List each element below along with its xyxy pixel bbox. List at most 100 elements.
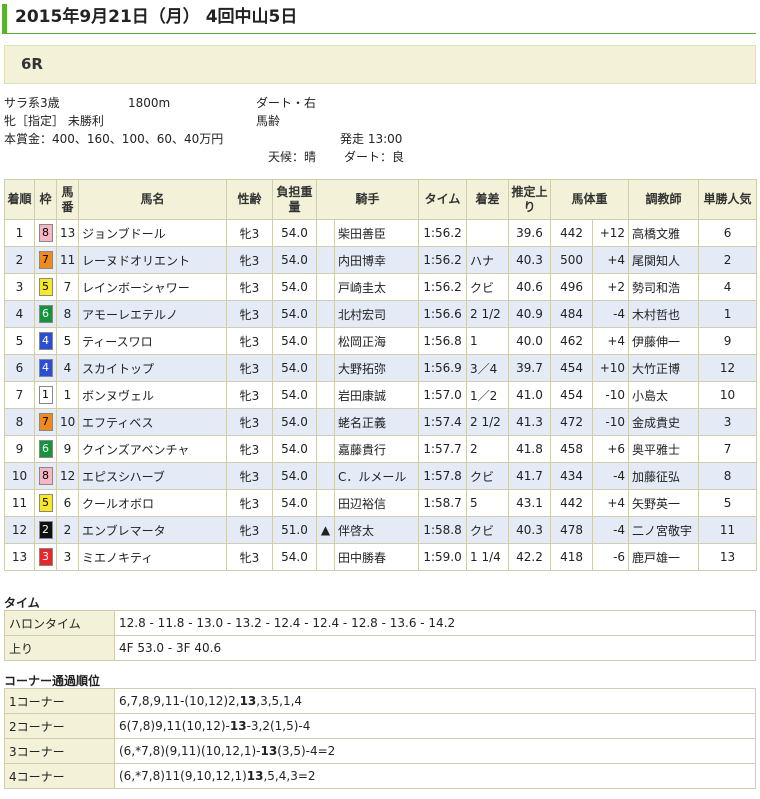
cell-apprentice-mark: [316, 462, 335, 490]
cell-trainer: 矢野英一: [628, 489, 700, 517]
cell-trainer: 木村哲也: [628, 300, 700, 328]
cell-margin: クビ: [466, 462, 510, 490]
race-class: サラ系3歳: [4, 96, 60, 110]
cell-margin: ハナ: [466, 246, 510, 274]
waku-badge: 6: [38, 440, 53, 458]
cell-horse-name: クールオボロ: [78, 489, 227, 517]
cell-body-weight: 418: [550, 543, 594, 571]
corner-section-title: コーナー通過順位: [4, 674, 101, 688]
cell-horse-name: ジョンブドール: [78, 219, 227, 247]
corner-row-value: 6(7,8)9,11(10,12)-13-3,2(1,5)-4: [114, 713, 756, 739]
cell-popularity: 4: [698, 273, 758, 301]
cell-apprentice-mark: ▲: [316, 516, 335, 544]
cell-time: 1:56.8: [418, 327, 468, 355]
header-trainer: 調教師: [628, 179, 700, 220]
cell-apprentice-mark: [316, 543, 335, 571]
cell-time: 1:56.2: [418, 273, 468, 301]
race-prize: 本賞金：400、160、100、60、40万円: [4, 132, 224, 146]
cell-number: 13: [56, 219, 79, 247]
cell-position: 12: [4, 516, 35, 544]
cell-horse-name: エフティベス: [78, 408, 227, 436]
waku-badge: 1: [38, 386, 53, 404]
cell-position: 5: [4, 327, 35, 355]
cell-position: 7: [4, 381, 35, 409]
waku-badge: 8: [38, 224, 53, 242]
cell-weight: 51.0: [272, 516, 317, 544]
time-section-title: タイム: [4, 596, 40, 610]
cell-popularity: 3: [698, 408, 758, 436]
cell-time: 1:57.8: [418, 462, 468, 490]
cell-apprentice-mark: [316, 246, 335, 274]
table-row: 6 4 4 スカイトップ 牝3 54.0 大野拓弥 1:56.9 3／4 39.7 454 +10 大竹…: [4, 354, 758, 382]
cell-popularity: 10: [698, 381, 758, 409]
corner-table: 1コーナー 6,7,8,9,11-(10,12)2,13,3,5,1,4 2コーナー…: [4, 688, 756, 789]
race-start-time: 発走 13:00: [340, 132, 403, 146]
cell-trainer: 加藤征弘: [628, 462, 700, 490]
cell-horse-name: レインボーシャワー: [78, 273, 227, 301]
cell-apprentice-mark: [316, 435, 335, 463]
header-horse-name: 馬名: [78, 179, 227, 220]
cell-number: 6: [56, 489, 79, 517]
cell-margin: 5: [466, 489, 510, 517]
cell-sex-age: 牝3: [226, 327, 273, 355]
corner-order-winner: 13: [260, 744, 278, 758]
table-row: 5 4 5 ティースワロ 牝3 54.0 松岡正海 1:56.8 1 40.0 462 +4 伊藤伸一 9: [4, 327, 758, 355]
cell-body-weight: 454: [550, 354, 594, 382]
cell-position: 10: [4, 462, 35, 490]
cell-popularity: 9: [698, 327, 758, 355]
cell-margin: 2 1/2: [466, 408, 510, 436]
cell-jockey: 田辺裕信: [333, 489, 420, 517]
cell-popularity: 12: [698, 354, 758, 382]
table-row: 8 7 10 エフティベス 牝3 54.0 蛯名正義 1:57.4 2 1/2 41.3 472 -1…: [4, 408, 758, 436]
cell-horse-name: スカイトップ: [78, 354, 227, 382]
cell-weight: 54.0: [272, 489, 317, 517]
cell-last-3f: 40.3: [508, 246, 552, 274]
cell-weight: 54.0: [272, 246, 317, 274]
header-time: タイム: [418, 179, 468, 220]
race-going: ダート：良: [344, 150, 405, 164]
cell-time: 1:58.8: [418, 516, 468, 544]
corner-order-winner: 13: [246, 769, 264, 783]
cell-weight-diff: -6: [592, 543, 630, 571]
cell-waku: 8: [34, 462, 57, 490]
corner-order-pre: 6,7,8,9,11-(10,12)2,: [119, 694, 240, 708]
cell-jockey: C．ルメール: [333, 462, 420, 490]
corner-row-value: (6,*7,8)11(9,10,12,1)13,5,4,3=2: [114, 763, 756, 789]
cell-margin: クビ: [466, 273, 510, 301]
corner-order-pre: 6(7,8)9,11(10,12)-: [119, 719, 230, 733]
cell-sex-age: 牝3: [226, 435, 273, 463]
race-weather: 天候：晴: [268, 150, 317, 164]
corner-row: 1コーナー 6,7,8,9,11-(10,12)2,13,3,5,1,4: [4, 688, 756, 714]
header-sex-age: 性齢: [226, 179, 273, 220]
cell-last-3f: 42.2: [508, 543, 552, 571]
cell-body-weight: 500: [550, 246, 594, 274]
cell-horse-name: ティースワロ: [78, 327, 227, 355]
cell-weight: 54.0: [272, 435, 317, 463]
cell-weight: 54.0: [272, 381, 317, 409]
header-popularity: 単勝人気: [698, 179, 758, 220]
cell-position: 13: [4, 543, 35, 571]
cell-trainer: 二ノ宮敬宇: [628, 516, 700, 544]
cell-weight-diff: +6: [592, 435, 630, 463]
cell-waku: 3: [34, 543, 57, 571]
cell-trainer: 小島太: [628, 381, 700, 409]
cell-horse-name: ミエノキティ: [78, 543, 227, 571]
cell-time: 1:58.7: [418, 489, 468, 517]
cell-number: 11: [56, 246, 79, 274]
cell-horse-name: エンブレマータ: [78, 516, 227, 544]
cell-waku: 6: [34, 435, 57, 463]
cell-jockey: 柴田善臣: [333, 219, 420, 247]
cell-sex-age: 牝3: [226, 543, 273, 571]
cell-jockey: 嘉藤貴行: [333, 435, 420, 463]
cell-apprentice-mark: [316, 381, 335, 409]
cell-number: 5: [56, 327, 79, 355]
cell-apprentice-mark: [316, 300, 335, 328]
corner-row: 3コーナー (6,*7,8)(9,11)(10,12,1)-13(3,5)-4=2: [4, 738, 756, 764]
corner-row: 2コーナー 6(7,8)9,11(10,12)-13-3,2(1,5)-4: [4, 713, 756, 739]
cell-trainer: 大竹正博: [628, 354, 700, 382]
cell-margin: 2 1/2: [466, 300, 510, 328]
cell-time: 1:57.4: [418, 408, 468, 436]
corner-row-value: (6,*7,8)(9,11)(10,12,1)-13(3,5)-4=2: [114, 738, 756, 764]
cell-sex-age: 牝3: [226, 489, 273, 517]
result-header-row: 着順 枠 馬番 馬名 性齢 負担重量 騎手 タイム 着差 推定上り 馬体重 調教…: [4, 179, 758, 220]
